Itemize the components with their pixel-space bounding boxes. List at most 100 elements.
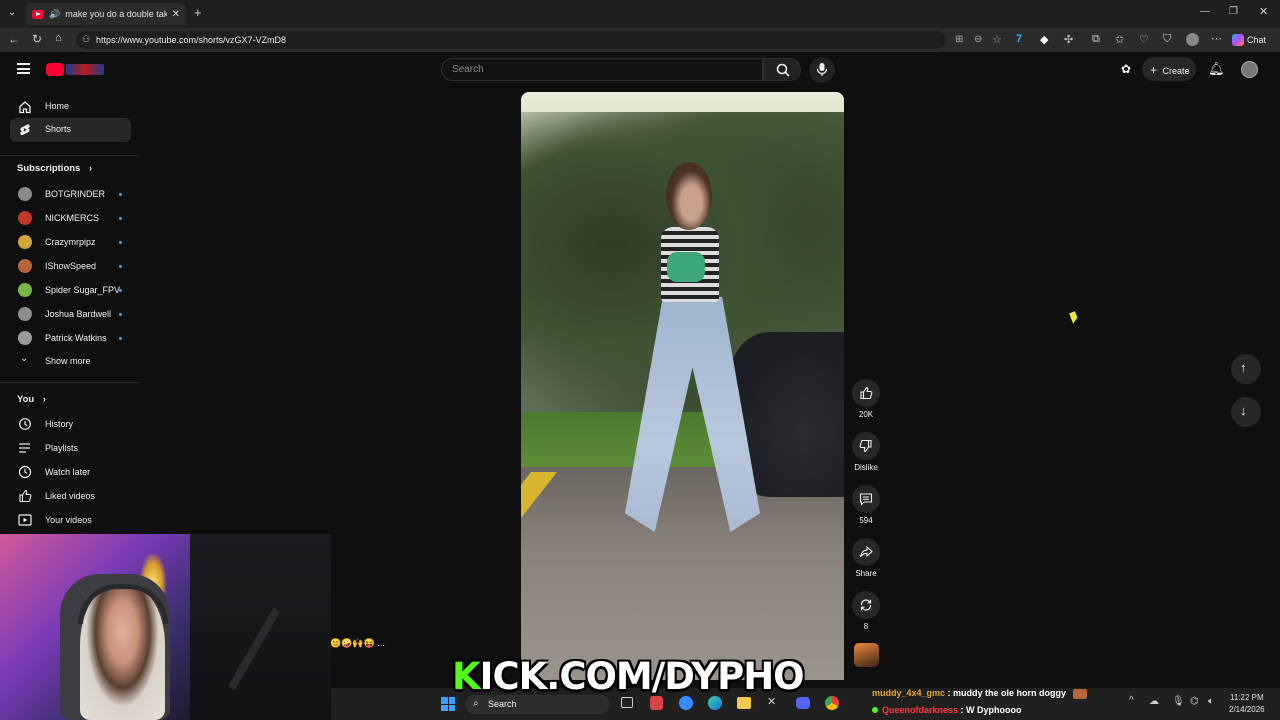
channel-name: Spider Sugar_FPV (45, 285, 121, 295)
extension-7tv-icon[interactable]: 7 (1016, 33, 1022, 45)
subscription-item[interactable]: Joshua Bardwell (10, 305, 131, 323)
sidebar-item-watch-later[interactable]: Watch later (10, 463, 131, 481)
sidebar-label-history: History (45, 419, 74, 429)
hamburger-menu-icon[interactable] (17, 63, 30, 74)
tab-close-icon[interactable]: ✕ (172, 9, 180, 20)
browser-tab[interactable]: 🔊 make you do a double take 🍊 ✕ (26, 3, 186, 25)
app-icon-red[interactable] (650, 696, 663, 710)
sidebar-item-playlists[interactable]: Playlists (10, 439, 131, 457)
sidebar-item-liked-videos[interactable]: Liked videos (10, 487, 131, 505)
you-title: You (17, 394, 35, 405)
favorites-icon[interactable]: ✩ (1115, 33, 1124, 46)
volume-icon[interactable]: 🔈︎ (1208, 696, 1214, 707)
extensions-icon[interactable]: ✣ (1064, 33, 1073, 46)
next-short-button[interactable]: ↓ (1231, 397, 1261, 427)
minimize-icon[interactable]: — (1200, 6, 1210, 17)
notifications-bell-icon[interactable]: 🔔︎ (1208, 61, 1225, 77)
taskbar-time[interactable]: 11:22 PM (1230, 693, 1264, 702)
yt-extension-icon[interactable]: ✿ (1121, 62, 1131, 76)
more-options-icon[interactable]: ⋯ (1211, 32, 1222, 45)
youtube-favicon-icon (32, 9, 44, 19)
search-input[interactable]: Search (441, 58, 763, 81)
browser-essentials-icon[interactable]: ♡ (1139, 33, 1149, 46)
show-more-label: Show more (45, 356, 91, 366)
split-screen-icon[interactable]: ⧉ (1092, 33, 1100, 46)
like-count: 20K (858, 410, 874, 419)
favorite-star-icon[interactable]: ☆ (992, 33, 1002, 46)
sidebar-item-home[interactable]: Home (10, 96, 131, 118)
zoom-icon[interactable]: ⊖ (974, 34, 982, 45)
sidebar-divider (0, 382, 140, 383)
home-button-icon[interactable]: ⌂ (55, 32, 62, 44)
search-icon: ⌕ (473, 698, 479, 709)
tray-icon[interactable]: ☁ (1149, 696, 1159, 707)
previous-short-button[interactable]: ↑ (1231, 354, 1261, 384)
back-icon[interactable]: ← (8, 32, 20, 46)
chevron-right-icon: › (88, 163, 92, 173)
chrome-icon[interactable] (825, 696, 839, 710)
channel-avatar (18, 283, 32, 297)
you-header[interactable]: You › (17, 394, 77, 408)
subscription-item[interactable]: Patrick Watkins (10, 329, 131, 347)
sidebar-item-shorts[interactable]: Shorts (10, 118, 131, 142)
shield-icon[interactable]: ⛉ (1163, 33, 1171, 46)
arrow-up-icon: ↑ (1240, 360, 1247, 375)
dislike-button[interactable] (852, 432, 880, 460)
subscription-item[interactable]: NICKMERCS (10, 209, 131, 227)
discord-icon[interactable] (796, 697, 810, 709)
sidebar-label-your-videos: Your videos (45, 515, 92, 525)
subscription-item[interactable]: Spider Sugar_FPV (10, 281, 131, 299)
refresh-icon[interactable]: ↻ (32, 32, 42, 46)
like-button[interactable] (852, 379, 880, 407)
subscriptions-header[interactable]: Subscriptions › (17, 163, 117, 177)
restore-icon[interactable]: ❐ (1229, 6, 1238, 17)
task-view-icon[interactable] (621, 697, 633, 708)
extension-1-icon[interactable]: ⊞ (955, 34, 963, 45)
subscription-item[interactable]: BOTGRINDER (10, 185, 131, 203)
search-button[interactable] (763, 58, 801, 81)
emoji-row: 😊🤪🙌😝 ... (330, 638, 385, 648)
extension-diamond-icon[interactable]: ◆ (1040, 33, 1048, 46)
share-button[interactable] (852, 538, 880, 566)
remix-button[interactable] (852, 591, 880, 619)
comments-button[interactable] (852, 485, 880, 513)
show-more-button[interactable]: ⌄ Show more (10, 352, 131, 370)
subscriptions-title: Subscriptions (17, 163, 81, 174)
network-icon[interactable]: ⌬ (1190, 696, 1199, 707)
new-content-dot (119, 289, 122, 292)
account-avatar[interactable] (1241, 61, 1258, 78)
tab-actions-icon[interactable]: ⌄ (8, 7, 16, 18)
channel-avatar (18, 235, 32, 249)
audio-icon[interactable]: 🔊 (49, 9, 60, 20)
site-info-icon[interactable]: ⚇ (82, 34, 90, 45)
subscription-item[interactable]: Crazymrpipz (10, 233, 131, 251)
sidebar-item-your-videos[interactable]: Your videos (10, 511, 131, 529)
sound-thumbnail[interactable] (854, 643, 879, 667)
youtube-logo[interactable] (46, 63, 104, 76)
sidebar-label-shorts: Shorts (45, 124, 72, 134)
webcam-overlay (0, 534, 331, 720)
show-hidden-icons[interactable]: ^ (1129, 695, 1134, 706)
subscription-item[interactable]: IShowSpeed (10, 257, 131, 275)
chat-label: Chat (1247, 35, 1267, 45)
sidebar-item-history[interactable]: History (10, 415, 131, 433)
sidebar-label-liked-videos: Liked videos (45, 491, 96, 501)
app-icon-blue[interactable] (679, 696, 693, 710)
edge-icon[interactable] (708, 696, 722, 710)
copilot-chat-button[interactable]: Chat (1232, 32, 1266, 48)
comment-icon (859, 493, 873, 506)
microphone-tray-icon[interactable]: 🎙︎ (1172, 696, 1185, 707)
url-field[interactable]: ⚇ https://www.youtube.com/shorts/vzGX7-V… (76, 31, 946, 49)
voice-search-button[interactable] (809, 57, 835, 83)
new-tab-icon[interactable]: + (194, 5, 202, 20)
file-explorer-icon[interactable] (737, 697, 751, 709)
profile-avatar-icon[interactable] (1186, 33, 1199, 46)
create-button[interactable]: + Create (1142, 57, 1196, 81)
dislike-label: Dislike (854, 463, 878, 472)
close-icon[interactable]: ✕ (1259, 5, 1268, 18)
tab-title: make you do a double take 🍊 (65, 8, 167, 19)
taskbar-date[interactable]: 2/14/2026 (1229, 705, 1265, 714)
shorts-video-player[interactable] (521, 92, 844, 680)
start-button[interactable] (441, 697, 455, 711)
search-icon (776, 63, 790, 77)
